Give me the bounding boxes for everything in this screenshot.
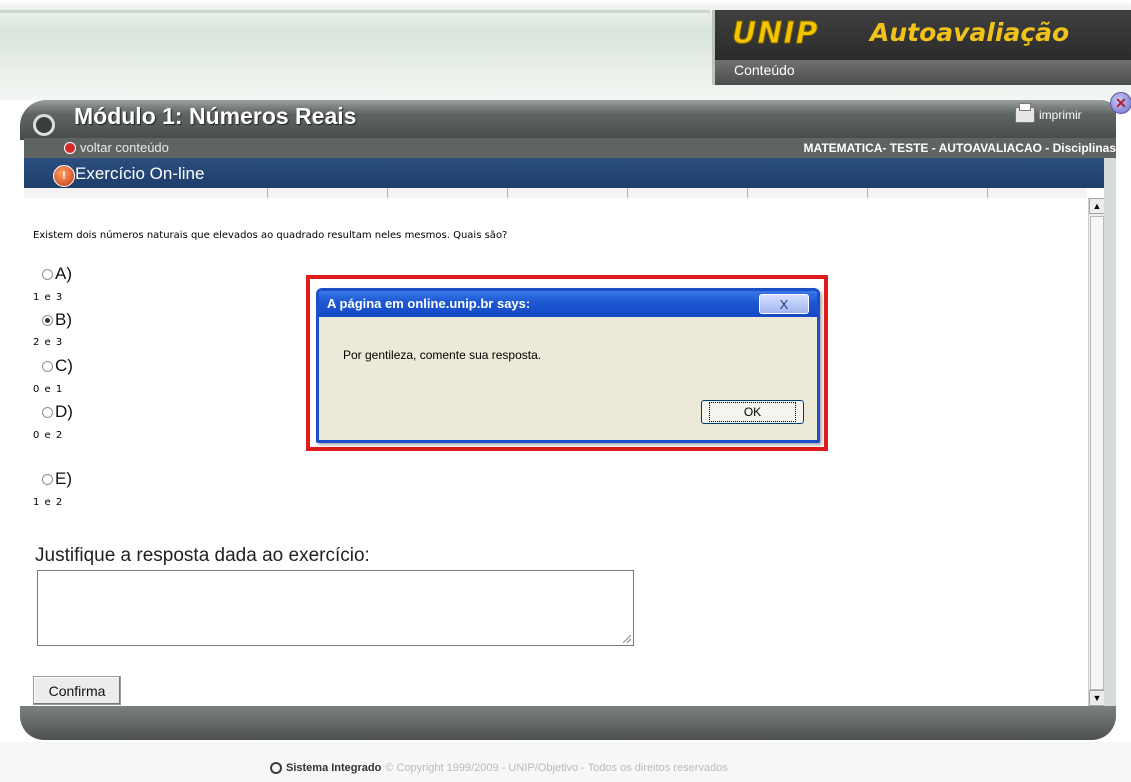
option-b-answer: 2 e 3	[33, 337, 64, 348]
print-button[interactable]: imprimir	[1015, 103, 1082, 126]
option-e-label: E)	[55, 469, 72, 488]
justify-textarea[interactable]	[37, 570, 634, 646]
option-a-label: A)	[55, 264, 72, 283]
option-c[interactable]: C)	[42, 356, 73, 376]
confirm-button[interactable]: Confirma	[33, 676, 121, 705]
print-label: imprimir	[1039, 108, 1082, 122]
dialog-title: A página em online.unip.br says:	[327, 296, 531, 311]
window-right-frame	[1104, 158, 1116, 706]
option-d-radio[interactable]	[42, 406, 53, 418]
module-bottom-bar	[20, 706, 1116, 740]
option-a-answer: 1 e 3	[33, 292, 64, 303]
option-c-radio[interactable]	[42, 360, 53, 372]
option-b-label: B)	[55, 310, 72, 329]
module-title: Módulo 1: Números Reais	[74, 103, 357, 129]
back-to-content-link[interactable]: voltar conteúdo	[64, 140, 169, 155]
option-e[interactable]: E)	[42, 469, 72, 489]
footer-logo-icon	[270, 762, 282, 774]
option-c-label: C)	[55, 356, 73, 375]
option-d-answer: 0 e 2	[33, 430, 64, 441]
justify-label: Justifique a resposta dada ao exercício:	[35, 545, 370, 566]
dialog-message: Por gentileza, comente sua resposta.	[343, 348, 542, 362]
unip-logo: UNIP	[732, 16, 819, 52]
option-e-answer: 1 e 2	[33, 497, 64, 508]
vertical-scrollbar[interactable]: ▲ ▼	[1088, 198, 1105, 706]
option-a-radio[interactable]	[42, 268, 53, 280]
option-a[interactable]: A)	[42, 264, 72, 284]
back-bullet-icon	[64, 141, 76, 154]
option-b-radio[interactable]	[42, 314, 53, 326]
option-b[interactable]: B)	[42, 310, 72, 330]
option-c-answer: 0 e 1	[33, 384, 64, 395]
option-d-label: D)	[55, 402, 73, 421]
scroll-thumb[interactable]	[1090, 216, 1104, 690]
exercise-icon: !	[53, 165, 75, 187]
option-d[interactable]: D)	[42, 402, 73, 422]
question-text: Existem dois números naturais que elevad…	[33, 230, 508, 241]
module-circle-icon	[33, 114, 55, 136]
close-icon[interactable]: ✕	[1110, 92, 1131, 114]
scroll-up-button[interactable]: ▲	[1089, 198, 1105, 214]
dialog-ok-button[interactable]: OK	[701, 400, 804, 424]
exercise-title: Exercício On-line	[75, 164, 205, 183]
dialog-ok-label: OK	[708, 402, 797, 422]
alert-dialog: A página em online.unip.br says: X Por g…	[316, 288, 820, 443]
brand-title: Autoavaliação	[870, 18, 1070, 47]
resize-grip-icon[interactable]	[623, 635, 631, 643]
conteudo-menu-label[interactable]: Conteúdo	[734, 62, 795, 78]
dialog-close-button[interactable]: X	[759, 294, 809, 314]
footer-text: Sistema Integrado © Copyright 1999/2009 …	[270, 762, 728, 774]
back-label: voltar conteúdo	[80, 140, 169, 155]
breadcrumb: MATEMATICA- TESTE - AUTOAVALIACAO - Disc…	[803, 141, 1116, 155]
header-divider	[0, 10, 710, 13]
footer-copyright: © Copyright 1999/2009 - UNIP/Objetivo - …	[385, 762, 728, 774]
option-e-radio[interactable]	[42, 473, 53, 485]
footer-brand: Sistema Integrado	[286, 762, 382, 774]
dialog-title-bar[interactable]: A página em online.unip.br says: X	[319, 291, 817, 317]
scroll-down-button[interactable]: ▼	[1089, 690, 1105, 706]
printer-icon	[1015, 103, 1035, 123]
